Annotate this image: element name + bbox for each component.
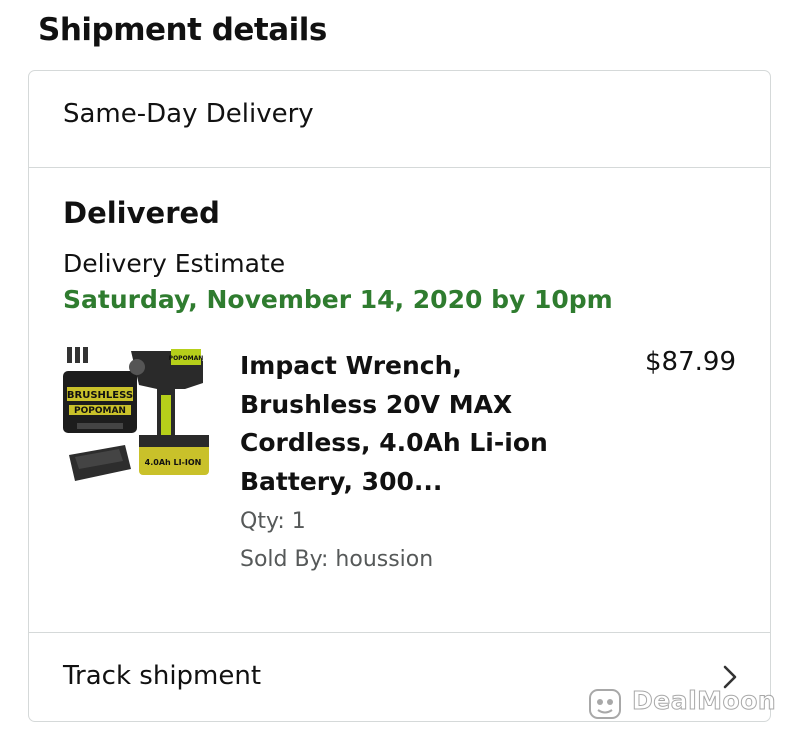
item-title-link[interactable]: Impact Wrench, Brushless 20V MAX Cordles… (240, 347, 570, 501)
item-price: $87.99 (645, 347, 736, 377)
track-shipment-label: Track shipment (63, 661, 262, 691)
delivery-estimate-date: Saturday, November 14, 2020 by 10pm (63, 285, 613, 314)
item-quantity: Qty: 1 (240, 509, 306, 534)
delivery-status: Delivered (63, 196, 220, 230)
watermark-text: DealMoon (631, 686, 777, 716)
delivery-estimate-label: Delivery Estimate (63, 249, 286, 278)
dealmoon-logo-icon (589, 689, 621, 719)
product-thumbnail[interactable]: BRUSHLESS POPOMAN POPOMAN 4.0Ah LI-ION (61, 345, 213, 495)
svg-text:BRUSHLESS: BRUSHLESS (67, 390, 133, 401)
watermark: DealMoon (588, 686, 784, 722)
shipment-card: Same-Day Delivery Delivered Delivery Est… (28, 70, 771, 722)
item-seller: Sold By: houssion (240, 547, 434, 572)
shipment-details-page: Shipment details Same-Day Delivery Deliv… (0, 0, 800, 736)
svg-text:POPOMAN: POPOMAN (74, 406, 126, 416)
svg-text:4.0Ah LI-ION: 4.0Ah LI-ION (145, 458, 202, 467)
svg-text:POPOMAN: POPOMAN (169, 355, 204, 362)
section-title: Shipment details (38, 12, 327, 48)
delivery-type: Same-Day Delivery (63, 99, 314, 129)
delivery-type-row: Same-Day Delivery (29, 71, 770, 168)
